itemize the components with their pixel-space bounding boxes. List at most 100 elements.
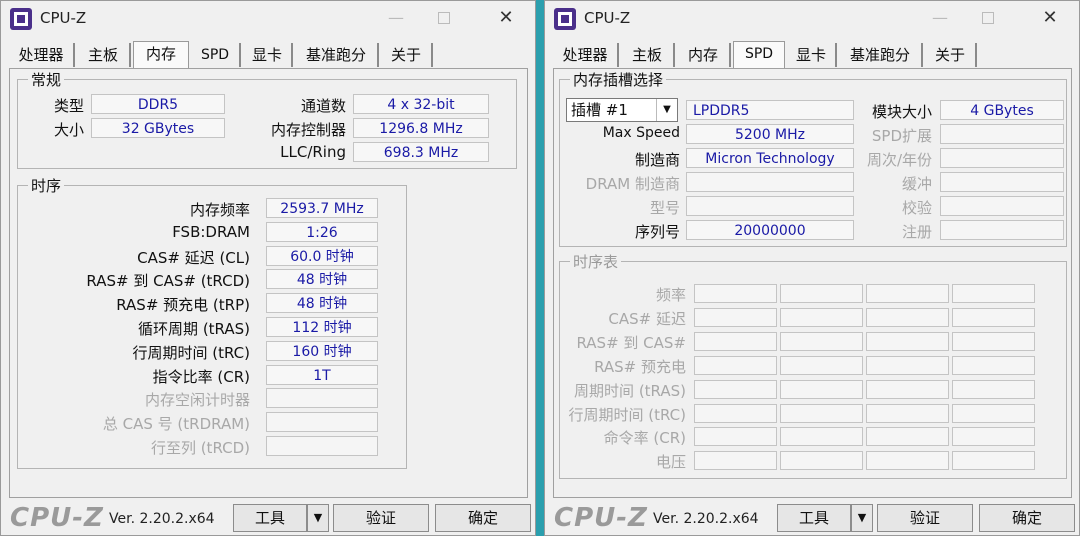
- timing-table-cell: [952, 379, 1035, 399]
- tools-button[interactable]: 工具: [233, 504, 307, 532]
- timing-table-cell: [866, 331, 949, 351]
- general-group-title: 常规: [28, 69, 65, 90]
- tools-dropdown-button[interactable]: ▼: [307, 504, 329, 532]
- timing-table-label: 电压: [655, 453, 686, 472]
- maximize-icon: [982, 12, 994, 24]
- timing-table-cell: [694, 403, 777, 423]
- tab-bench[interactable]: 基准跑分: [295, 43, 379, 67]
- timing-table-cell: [694, 427, 777, 447]
- timing-table-cell: [694, 307, 777, 327]
- timing-table-cell: [866, 284, 949, 303]
- tab-graphics[interactable]: 显卡: [787, 43, 837, 67]
- max-speed-label: Max Speed: [602, 125, 680, 141]
- tab-spd[interactable]: SPD: [191, 43, 241, 67]
- correction-value: [940, 196, 1064, 216]
- timing-table-title: 时序表: [570, 251, 622, 272]
- timing-value: 160 时钟: [266, 340, 378, 361]
- validate-button[interactable]: 验证: [333, 504, 429, 532]
- timing-table-cell: [866, 355, 949, 375]
- validate-button[interactable]: 验证: [877, 504, 973, 532]
- tab-mainboard[interactable]: 主板: [621, 43, 675, 67]
- registered-value: [940, 220, 1064, 240]
- timing-value: 48 时钟: [266, 293, 378, 314]
- timing-table-label: 命令率 (CR): [603, 429, 686, 448]
- tab-processor[interactable]: 处理器: [553, 43, 619, 67]
- window-title: CPU-Z: [40, 9, 87, 27]
- ok-button[interactable]: 确定: [435, 504, 531, 532]
- channels-value: 4 x 32-bit: [353, 94, 489, 114]
- timing-label: 行至列 (tRCD): [150, 439, 250, 457]
- title-bar: CPU-Z — ✕: [1, 1, 535, 37]
- tab-graphics[interactable]: 显卡: [243, 43, 293, 67]
- timing-value: 1:26: [266, 221, 378, 242]
- registered-label: 注册: [901, 223, 932, 241]
- tab-bench[interactable]: 基准跑分: [839, 43, 923, 67]
- manufacturer-value: Micron Technology: [686, 148, 854, 168]
- timing-table-cell: [780, 355, 863, 375]
- tab-content-spd: 内存插槽选择 插槽 #1 ▼ LPDDR5 模块大小 4 GBytes Max …: [553, 68, 1072, 498]
- window-title: CPU-Z: [584, 9, 631, 27]
- tab-about[interactable]: 关于: [925, 43, 977, 67]
- timing-table-cell: [866, 427, 949, 447]
- timing-table-cell: [694, 451, 777, 471]
- ok-button[interactable]: 确定: [979, 504, 1075, 532]
- slot-select-value: 插槽 #1: [571, 101, 628, 119]
- timing-table-cell: [952, 355, 1035, 375]
- maximize-button[interactable]: [973, 7, 1003, 29]
- timing-table-cell: [866, 379, 949, 399]
- timing-table-cell: [866, 403, 949, 423]
- general-group: 常规 类型 DDR5 大小 32 GBytes 通道数 4 x 32-bit 内…: [17, 69, 517, 169]
- mem-controller-value: 1296.8 MHz: [353, 118, 489, 138]
- serial-number-label: 序列号: [634, 223, 680, 241]
- cpuz-brand-logo: CPU-Z: [554, 503, 648, 533]
- mem-controller-label: 内存控制器: [270, 121, 346, 139]
- cpuz-window-memory: CPU-Z — ✕ 处理器 主板 内存 SPD 显卡 基准跑分 关于 常规 类型…: [0, 0, 536, 536]
- tools-dropdown-button[interactable]: ▼: [851, 504, 873, 532]
- slot-selection-group: 内存插槽选择 插槽 #1 ▼ LPDDR5 模块大小 4 GBytes Max …: [559, 69, 1067, 247]
- memory-type-value: LPDDR5: [686, 100, 854, 120]
- tab-about[interactable]: 关于: [381, 43, 433, 67]
- tab-spd[interactable]: SPD: [733, 41, 785, 69]
- dram-manufacturer-label: DRAM 制造商: [585, 175, 680, 193]
- maximize-icon: [438, 12, 450, 24]
- timing-table-label: RAS# 到 CAS#: [576, 333, 686, 352]
- close-button[interactable]: ✕: [1035, 7, 1065, 29]
- timing-value: 112 时钟: [266, 317, 378, 337]
- module-size-label: 模块大小: [871, 103, 932, 121]
- bottom-bar: CPU-Z Ver. 2.20.2.x64 工具 ▼ 验证 确定: [1, 501, 535, 535]
- timing-table-cell: [694, 355, 777, 375]
- module-size-value: 4 GBytes: [940, 100, 1064, 120]
- timing-table-cell: [694, 331, 777, 351]
- timing-table-cell: [780, 331, 863, 351]
- minimize-button[interactable]: —: [925, 7, 955, 29]
- version-label: Ver. 2.20.2.x64: [109, 511, 215, 527]
- close-button[interactable]: ✕: [491, 7, 521, 29]
- tab-mainboard[interactable]: 主板: [77, 43, 131, 67]
- timing-value: 2593.7 MHz: [266, 198, 378, 218]
- timing-label: FSB:DRAM: [172, 222, 250, 241]
- size-label: 大小: [53, 121, 84, 139]
- chevron-down-icon: ▼: [656, 99, 677, 121]
- serial-number-value: 20000000: [686, 220, 854, 240]
- timing-table-cell: [780, 427, 863, 447]
- maximize-button[interactable]: [429, 7, 459, 29]
- dram-manufacturer-value: [686, 172, 854, 192]
- timing-value: [266, 412, 378, 433]
- minimize-button[interactable]: —: [381, 7, 411, 29]
- timing-table-cell: [952, 403, 1035, 423]
- cpu-z-app-icon: [10, 8, 32, 30]
- tab-memory[interactable]: 内存: [677, 43, 731, 67]
- tab-processor[interactable]: 处理器: [9, 43, 75, 67]
- timing-value: 48 时钟: [266, 269, 378, 290]
- timing-table-cell: [952, 331, 1035, 351]
- part-number-value: [686, 196, 854, 216]
- slot-select[interactable]: 插槽 #1 ▼: [566, 98, 678, 122]
- timing-table-cell: [694, 379, 777, 399]
- buffered-label: 缓冲: [901, 175, 932, 193]
- tab-memory[interactable]: 内存: [133, 41, 189, 69]
- timing-table-cell: [952, 307, 1035, 327]
- cpu-z-app-icon: [554, 8, 576, 30]
- timing-table-cell: [780, 379, 863, 399]
- channels-label: 通道数: [300, 97, 346, 115]
- tools-button[interactable]: 工具: [777, 504, 851, 532]
